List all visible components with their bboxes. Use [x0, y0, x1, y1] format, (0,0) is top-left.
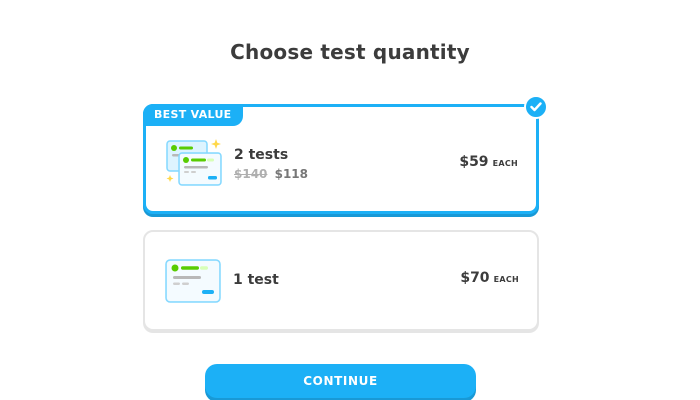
option-name: 2 tests [234, 147, 289, 163]
test-certificates-icon [165, 139, 225, 189]
best-value-badge: BEST VALUE [143, 104, 243, 126]
selected-check-icon [524, 95, 548, 119]
unit-price-amount: $70 [460, 270, 490, 286]
price-summary: $140 $118 [234, 167, 308, 181]
original-price: $140 [234, 167, 268, 181]
total-price: $118 [274, 167, 308, 181]
option-one-test[interactable]: 1 test $70 EACH [143, 230, 539, 331]
unit-price-suffix: EACH [492, 159, 518, 168]
unit-price-amount: $59 [459, 154, 489, 170]
unit-price: $70 EACH [460, 270, 519, 286]
test-certificate-icon [164, 258, 222, 306]
option-name: 1 test [233, 272, 279, 288]
unit-price-suffix: EACH [493, 275, 519, 284]
unit-price: $59 EACH [459, 154, 518, 170]
page-title: Choose test quantity [230, 40, 470, 64]
continue-button[interactable]: CONTINUE [205, 364, 476, 398]
option-two-tests[interactable]: BEST VALUE 2 tests $140 $118 $59 EACH [143, 95, 548, 214]
